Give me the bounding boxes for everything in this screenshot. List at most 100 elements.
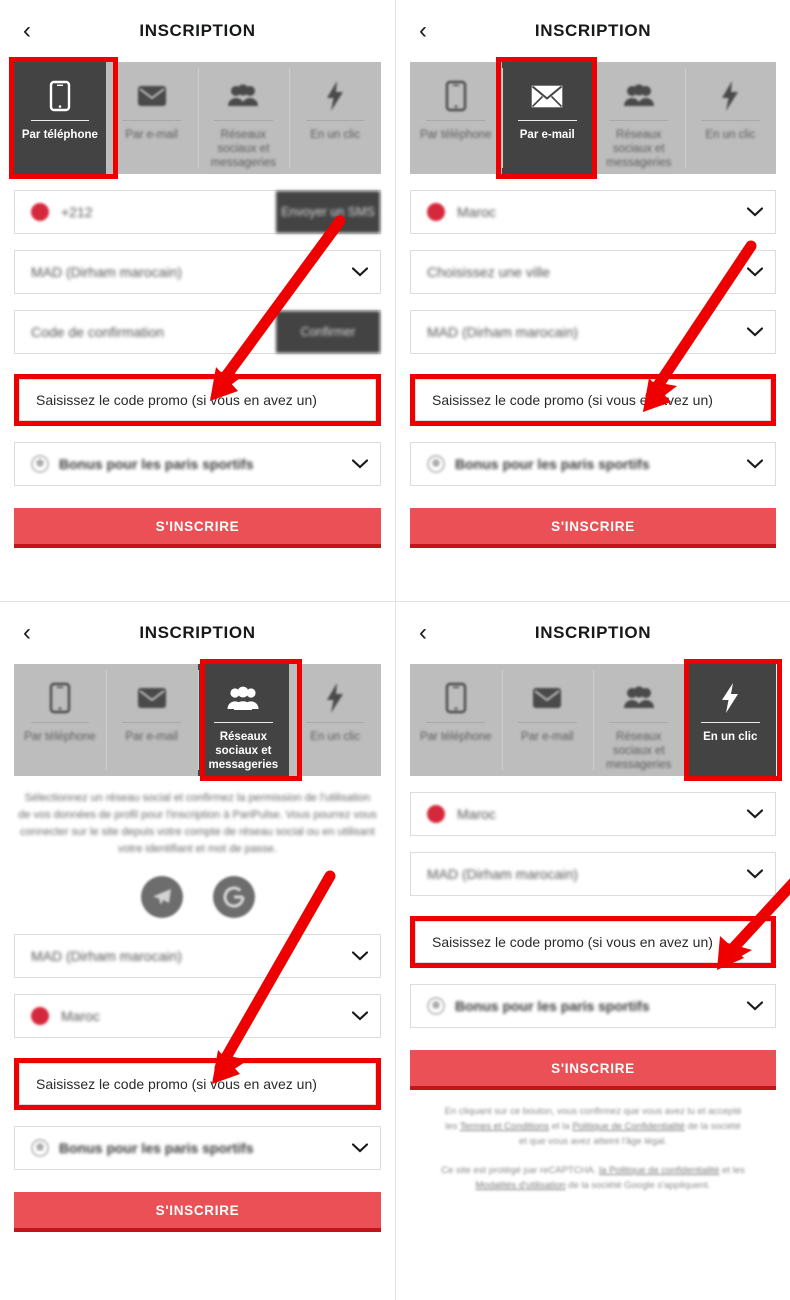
- tab-reseaux-sociaux[interactable]: Réseaux sociaux et messageries: [197, 664, 290, 776]
- chevron-down-icon: [735, 869, 775, 879]
- tab-divider-rule: [426, 120, 486, 121]
- currency-select[interactable]: MAD (Dirham marocain): [410, 310, 776, 354]
- promo-code-input[interactable]: Saisissez le code promo (si vous en avez…: [19, 379, 376, 421]
- people-group-icon: [227, 76, 259, 116]
- register-button[interactable]: S'INSCRIRE: [14, 508, 381, 548]
- country-flag-icon: [427, 805, 445, 823]
- annotation-highlight-promo: Saisissez le code promo (si vous en avez…: [410, 374, 776, 426]
- tab-par-telephone[interactable]: Par téléphone: [410, 62, 502, 174]
- bonus-value: Bonus pour les paris sportifs: [59, 1140, 254, 1156]
- telegram-icon[interactable]: [140, 876, 183, 918]
- tab-divider-rule: [214, 120, 273, 121]
- tab-label: Par e-mail: [521, 731, 574, 743]
- bonus-select[interactable]: Bonus pour les paris sportifs: [410, 984, 776, 1028]
- city-select[interactable]: Choisissez une ville: [410, 250, 776, 294]
- annotation-highlight-promo: Saisissez le code promo (si vous en avez…: [410, 916, 776, 968]
- panel1-header: ‹ INSCRIPTION: [14, 0, 381, 62]
- promo-code-placeholder: Saisissez le code promo (si vous en avez…: [36, 392, 317, 408]
- page-title: INSCRIPTION: [534, 623, 652, 642]
- currency-select[interactable]: MAD (Dirham marocain): [14, 934, 381, 978]
- tab-divider-rule: [609, 120, 669, 121]
- recaptcha-text-2: et les: [719, 1165, 745, 1176]
- chevron-down-icon: [735, 459, 775, 469]
- tab-divider-rule: [122, 120, 181, 121]
- tab-reseaux-sociaux[interactable]: Réseaux sociaux et messageries: [593, 664, 685, 776]
- register-button[interactable]: S'INSCRIRE: [410, 1050, 776, 1090]
- recaptcha-terms-link[interactable]: Modalités d'utilisation: [476, 1180, 566, 1191]
- social-description: Sélectionnez un réseau social et confirm…: [18, 792, 377, 855]
- tab-reseaux-sociaux[interactable]: Réseaux sociaux et messageries: [593, 62, 685, 174]
- tab-label: Réseaux sociaux et messageries: [208, 731, 279, 771]
- google-g-icon[interactable]: [212, 876, 255, 918]
- phone-prefix-value: +212: [61, 204, 93, 220]
- tab-en-un-clic[interactable]: En un clic: [684, 664, 776, 776]
- chevron-down-icon: [340, 267, 380, 277]
- page-title: INSCRIPTION: [534, 21, 652, 40]
- promo-code-placeholder: Saisissez le code promo (si vous en avez…: [432, 934, 713, 950]
- terms-disclaimer: En cliquant sur ce bouton, vous confirme…: [410, 1104, 776, 1149]
- tab-par-telephone[interactable]: Par téléphone: [14, 62, 106, 174]
- tab-par-email[interactable]: Par e-mail: [501, 62, 593, 174]
- panel3-tabs: Par téléphone Par e-mail Réseaux sociaux…: [14, 659, 381, 781]
- country-flag-icon: [31, 203, 49, 221]
- panel-reseaux-sociaux: ‹ INSCRIPTION Par téléphone Par e-mail R…: [0, 601, 395, 1300]
- terms-conditions-link[interactable]: Termes et Conditions: [460, 1121, 549, 1132]
- lightning-bolt-icon: [325, 76, 345, 116]
- phone-number-field[interactable]: +212 Envoyer un SMS: [14, 190, 381, 234]
- tab-en-un-clic[interactable]: En un clic: [289, 664, 381, 776]
- people-group-icon: [623, 76, 655, 116]
- tab-divider-rule: [305, 722, 365, 723]
- country-select[interactable]: Maroc: [410, 792, 776, 836]
- country-value: Maroc: [457, 806, 496, 822]
- currency-select[interactable]: MAD (Dirham marocain): [410, 852, 776, 896]
- tab-par-telephone[interactable]: Par téléphone: [410, 664, 502, 776]
- tab-en-un-clic[interactable]: En un clic: [684, 62, 777, 174]
- panel-par-telephone: ‹ INSCRIPTION Par téléphone Par e-mail R…: [0, 0, 395, 601]
- register-button[interactable]: S'INSCRIRE: [14, 1192, 381, 1232]
- currency-select[interactable]: MAD (Dirham marocain): [14, 250, 381, 294]
- bonus-select[interactable]: Bonus pour les paris sportifs: [14, 442, 381, 486]
- tab-reseaux-sociaux[interactable]: Réseaux sociaux et messageries: [197, 62, 290, 174]
- bonus-select[interactable]: Bonus pour les paris sportifs: [410, 442, 776, 486]
- tab-divider-rule: [30, 120, 90, 121]
- send-sms-button[interactable]: Envoyer un SMS: [276, 191, 380, 233]
- screenshot-grid: ‹ INSCRIPTION Par téléphone Par e-mail R…: [0, 0, 790, 1300]
- tab-label: En un clic: [705, 129, 756, 141]
- recaptcha-text-3: de la société Google s'appliquent.: [565, 1180, 711, 1191]
- register-button[interactable]: S'INSCRIRE: [410, 508, 776, 548]
- confirmation-code-field[interactable]: Code de confirmation Confirmer: [14, 310, 381, 354]
- country-flag-icon: [427, 203, 445, 221]
- currency-value: MAD (Dirham marocain): [31, 948, 182, 964]
- lightning-bolt-icon: [719, 678, 741, 718]
- tab-divider-rule: [214, 722, 273, 723]
- tab-divider-rule: [517, 120, 577, 121]
- bonus-select[interactable]: Bonus pour les paris sportifs: [14, 1126, 381, 1170]
- promo-code-input[interactable]: Saisissez le code promo (si vous en avez…: [415, 379, 771, 421]
- tab-par-email[interactable]: Par e-mail: [105, 664, 198, 776]
- recaptcha-privacy-link[interactable]: la Politique de confidentialité: [599, 1165, 719, 1176]
- tab-label: En un clic: [310, 731, 361, 743]
- tab-par-email[interactable]: Par e-mail: [106, 62, 198, 174]
- panel2-header: ‹ INSCRIPTION: [410, 0, 776, 62]
- country-select[interactable]: Maroc: [14, 994, 381, 1038]
- tab-en-un-clic[interactable]: En un clic: [289, 62, 381, 174]
- tab-divider-rule: [700, 120, 760, 121]
- confirm-button[interactable]: Confirmer: [276, 311, 380, 353]
- tab-label: Par téléphone: [21, 129, 98, 141]
- soccer-ball-icon: [31, 455, 49, 473]
- promo-code-input[interactable]: Saisissez le code promo (si vous en avez…: [415, 921, 771, 963]
- country-flag-icon: [31, 1007, 49, 1025]
- tab-label: Par e-mail: [519, 129, 575, 141]
- tab-par-email[interactable]: Par e-mail: [501, 664, 594, 776]
- people-group-icon: [226, 678, 260, 718]
- privacy-policy-link[interactable]: Politique de Confidentialité: [572, 1121, 685, 1132]
- terms-text-1: En cliquant sur ce bouton, vous confirme…: [444, 1106, 742, 1117]
- tab-par-telephone[interactable]: Par téléphone: [14, 664, 106, 776]
- bonus-value: Bonus pour les paris sportifs: [59, 456, 254, 472]
- promo-code-input[interactable]: Saisissez le code promo (si vous en avez…: [19, 1063, 376, 1105]
- country-select[interactable]: Maroc: [410, 190, 776, 234]
- currency-value: MAD (Dirham marocain): [31, 264, 182, 280]
- country-value: Maroc: [457, 204, 496, 220]
- panel-par-email: ‹ INSCRIPTION Par téléphone Par e-mail R…: [395, 0, 790, 601]
- country-value: Maroc: [61, 1008, 100, 1024]
